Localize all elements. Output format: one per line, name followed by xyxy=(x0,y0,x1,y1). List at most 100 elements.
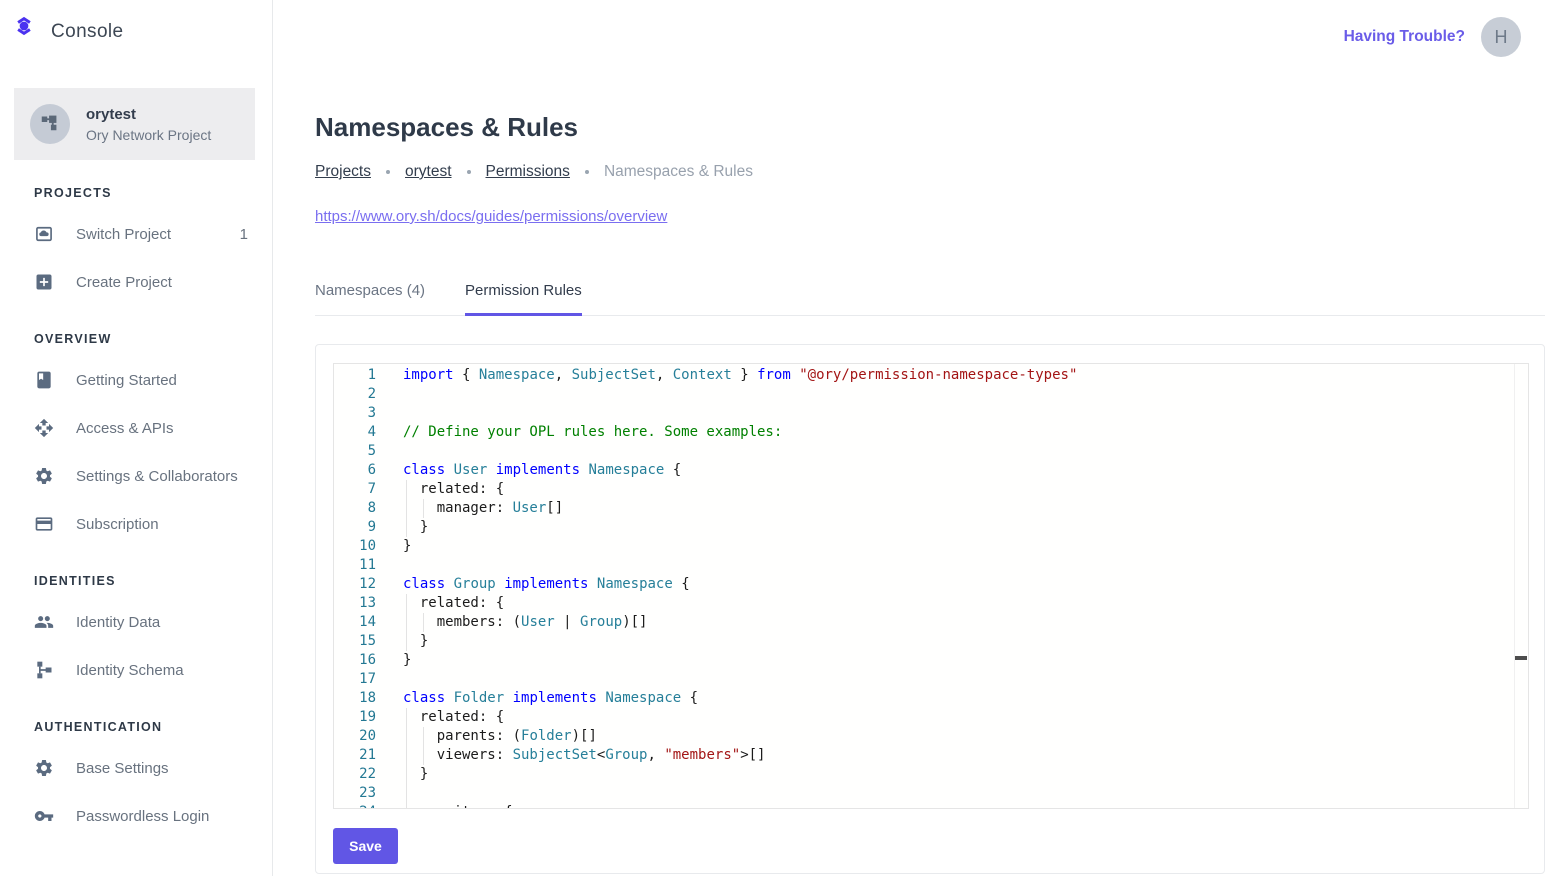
line-number: 21 xyxy=(334,746,376,765)
code-line: manager: User[] xyxy=(403,499,1512,518)
code-token: User xyxy=(454,462,488,478)
code-token: User xyxy=(521,614,555,630)
sidebar-item-identity-schema[interactable]: Identity Schema xyxy=(34,646,252,694)
sidebar-item-passwordless-login[interactable]: Passwordless Login xyxy=(34,792,252,840)
code-line: } xyxy=(403,518,1512,537)
code-line xyxy=(403,404,1512,423)
sidebar-item-base-settings[interactable]: Base Settings xyxy=(34,744,252,792)
tabs: Namespaces (4) Permission Rules xyxy=(315,282,1545,316)
sidebar-item-create-project[interactable]: Create Project xyxy=(34,258,252,306)
breadcrumb: ProjectsorytestPermissionsNamespaces & R… xyxy=(315,163,1545,181)
code-token: Group xyxy=(605,747,647,763)
code-token: } xyxy=(403,538,411,554)
code-token: )[] xyxy=(572,728,597,744)
line-number: 9 xyxy=(334,518,376,537)
code-token: related: { xyxy=(403,481,504,497)
indent-guide xyxy=(423,746,424,765)
line-number: 23 xyxy=(334,784,376,803)
indent-guide xyxy=(406,746,407,765)
code-line: class User implements Namespace { xyxy=(403,461,1512,480)
line-number: 24 xyxy=(334,803,376,809)
breadcrumb-item[interactable]: orytest xyxy=(405,163,452,181)
line-number: 2 xyxy=(334,385,376,404)
breadcrumb-separator-dot xyxy=(386,170,390,174)
sidebar-item-label: Identity Data xyxy=(76,614,160,631)
breadcrumb-item[interactable]: Permissions xyxy=(486,163,570,181)
cursor-position-marker xyxy=(1515,656,1527,660)
indent-guide xyxy=(406,727,407,746)
code-token: "members" xyxy=(664,747,740,763)
code-token: Namespace xyxy=(588,462,664,478)
line-number: 13 xyxy=(334,594,376,613)
sidebar-nav: PROJECTSSwitch Project1Create ProjectOVE… xyxy=(0,186,272,840)
indent-guide xyxy=(423,499,424,518)
sidebar-item-switch-project[interactable]: Switch Project1 xyxy=(34,210,252,258)
code-line xyxy=(403,442,1512,461)
line-number: 14 xyxy=(334,613,376,632)
code-token xyxy=(496,576,504,592)
project-avatar xyxy=(30,104,70,144)
item-count-badge: 1 xyxy=(240,226,252,243)
sidebar-item-label: Getting Started xyxy=(76,372,177,389)
code-token: , xyxy=(656,367,673,383)
code-token xyxy=(791,367,799,383)
code-token: parents: ( xyxy=(403,728,521,744)
sidebar-item-label: Settings & Collaborators xyxy=(76,468,238,485)
code-token: related: { xyxy=(403,595,504,611)
sidebar-item-label: Base Settings xyxy=(76,760,169,777)
line-number: 4 xyxy=(334,423,376,442)
user-avatar[interactable]: H xyxy=(1481,17,1521,57)
code-token: >[] xyxy=(740,747,765,763)
sidebar-item-label: Create Project xyxy=(76,274,172,291)
sidebar-item-subscription[interactable]: Subscription xyxy=(34,500,252,548)
code-line: members: (User | Group)[] xyxy=(403,613,1512,632)
sidebar-item-settings-collaborators[interactable]: Settings & Collaborators xyxy=(34,452,252,500)
code-token: [] xyxy=(546,500,563,516)
schema-icon xyxy=(34,660,54,680)
nav-section-header: IDENTITIES xyxy=(34,574,252,588)
brand[interactable]: Console xyxy=(0,0,272,64)
indent-guide xyxy=(406,518,407,537)
code-token xyxy=(504,690,512,706)
gear-icon xyxy=(34,758,54,778)
breadcrumb-item[interactable]: Projects xyxy=(315,163,371,181)
sidebar-item-access-apis[interactable]: Access & APIs xyxy=(34,404,252,452)
code-token: viewers: xyxy=(403,747,513,763)
overview-ruler[interactable] xyxy=(1514,364,1528,808)
tab-namespaces[interactable]: Namespaces (4) xyxy=(315,282,425,315)
code-token xyxy=(445,690,453,706)
sidebar-item-identity-data[interactable]: Identity Data xyxy=(34,598,252,646)
code-token: class xyxy=(403,462,445,478)
docs-link[interactable]: https://www.ory.sh/docs/guides/permissio… xyxy=(315,208,667,225)
code-token: import xyxy=(403,367,454,383)
code-token: Namespace xyxy=(479,367,555,383)
code-line: import { Namespace, SubjectSet, Context … xyxy=(403,366,1512,385)
code-token xyxy=(445,576,453,592)
indent-guide xyxy=(406,784,407,803)
sidebar-item-label: Access & APIs xyxy=(76,420,174,437)
line-number: 8 xyxy=(334,499,376,518)
card-icon xyxy=(34,514,54,534)
line-number: 16 xyxy=(334,651,376,670)
project-name: orytest xyxy=(86,106,211,123)
indent-guide xyxy=(406,594,407,613)
code-token: implements xyxy=(513,690,597,706)
key-icon xyxy=(34,806,54,826)
code-token: , xyxy=(647,747,664,763)
line-number: 15 xyxy=(334,632,376,651)
code-token: { xyxy=(664,462,681,478)
sidebar-item-getting-started[interactable]: Getting Started xyxy=(34,356,252,404)
code-line: related: { xyxy=(403,594,1512,613)
line-number: 3 xyxy=(334,404,376,423)
project-card[interactable]: orytest Ory Network Project xyxy=(14,88,255,160)
code-line: } xyxy=(403,632,1512,651)
code-editor[interactable]: 123456789101112131415161718192021222324 … xyxy=(333,363,1529,809)
having-trouble-link[interactable]: Having Trouble? xyxy=(1344,28,1465,46)
nav-section-header: AUTHENTICATION xyxy=(34,720,252,734)
code-token: { xyxy=(454,367,479,383)
save-button[interactable]: Save xyxy=(333,828,398,864)
tab-permission-rules[interactable]: Permission Rules xyxy=(465,282,582,316)
line-number: 7 xyxy=(334,480,376,499)
line-number: 12 xyxy=(334,575,376,594)
code-token: // Define your OPL rules here. Some exam… xyxy=(403,424,782,440)
